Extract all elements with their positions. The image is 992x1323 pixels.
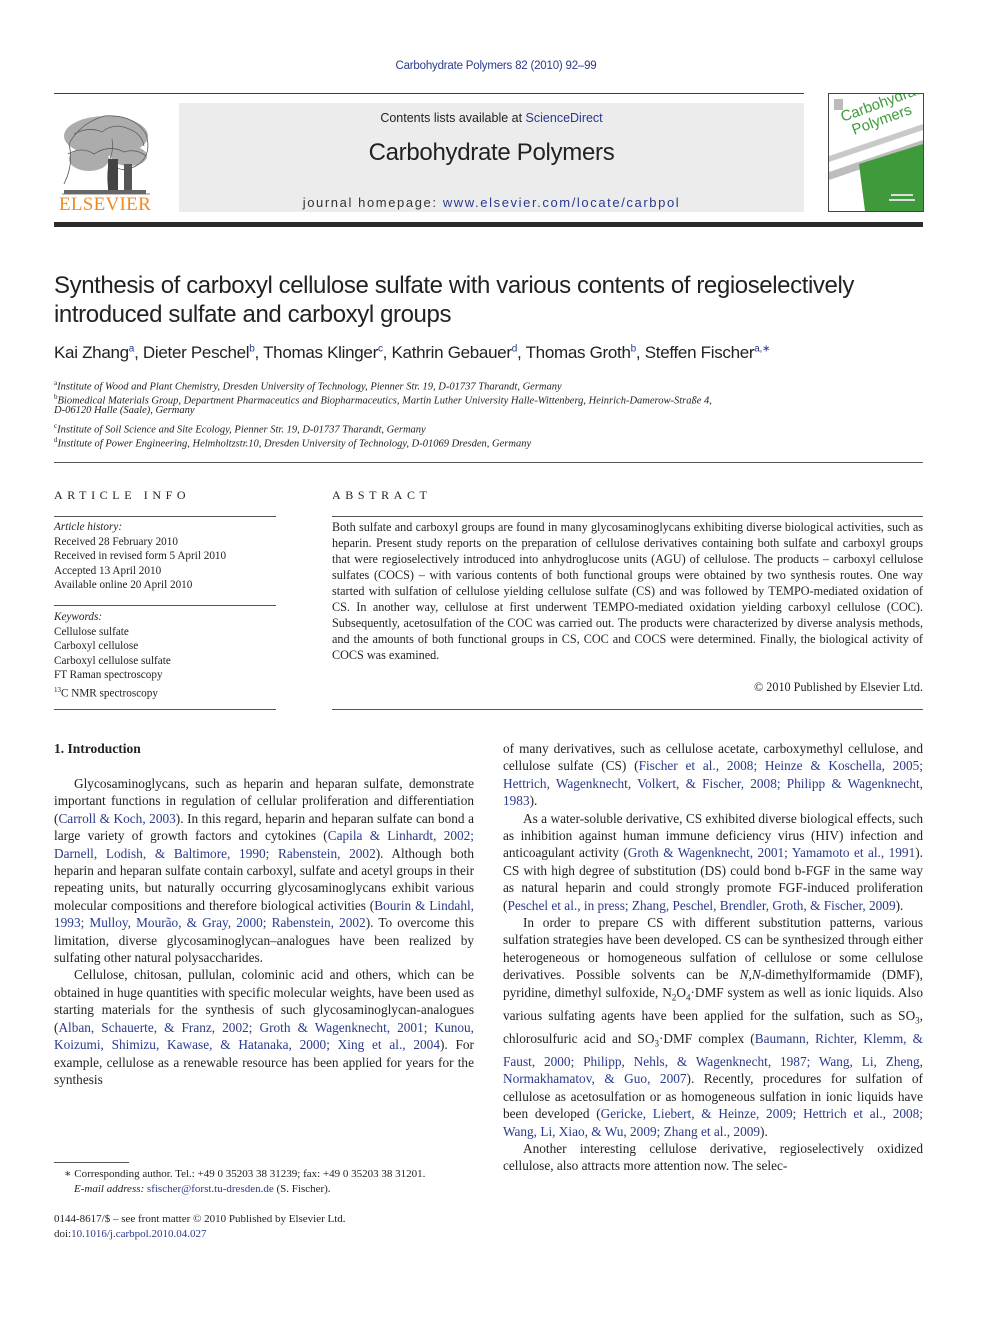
abstract-copyright: © 2010 Published by Elsevier Ltd. xyxy=(753,680,923,694)
citation-link[interactable]: Baumann, Richter, Klemm, & Faust, 2000; … xyxy=(503,1031,923,1086)
citation-link[interactable]: Fischer et al., 2008; Heinze & Koschella… xyxy=(503,758,923,808)
abstract-text: Both sulfate and carboxyl groups are fou… xyxy=(332,520,923,662)
article-history: Article history: Received 28 February 20… xyxy=(54,520,279,593)
header-thick-rule xyxy=(54,222,923,227)
article-info-heading: ARTICLE INFO xyxy=(54,488,191,502)
keyword-item: 13C NMR spectroscopy xyxy=(54,683,279,701)
abstract-bottom-rule xyxy=(332,709,923,710)
author: Dieter Peschelb xyxy=(143,343,255,362)
author-list: Kai Zhanga, Dieter Peschelb, Thomas Klin… xyxy=(54,343,771,362)
author-name: Steffen Fischer xyxy=(644,343,755,362)
history-label: Article history: xyxy=(54,521,123,533)
keyword-text: C NMR spectroscopy xyxy=(61,687,158,700)
homepage-link[interactable]: www.elsevier.com/locate/carbpol xyxy=(443,195,680,210)
affiliation-text: D-06120 Halle (Saale), Germany xyxy=(54,405,195,416)
citation-link[interactable]: Gericke, Liebert, & Heinze, 2009; Hettri… xyxy=(503,1106,923,1138)
front-matter-line: 0144-8617/$ – see front matter © 2010 Pu… xyxy=(54,1213,346,1225)
author: Thomas Klingerc xyxy=(263,343,383,362)
history-item: Received 28 February 2010 xyxy=(54,535,178,548)
article-info-bottom-rule xyxy=(54,709,276,710)
author-name: Kai Zhang xyxy=(54,343,129,362)
history-item: Accepted 13 April 2010 xyxy=(54,564,162,577)
affiliation-marker[interactable]: d xyxy=(512,343,518,354)
paragraph: As a water-soluble derivative, CS exhibi… xyxy=(503,810,923,913)
author: Kai Zhanga xyxy=(54,343,134,362)
citation-link[interactable]: Carroll & Koch, 2003 xyxy=(58,811,175,826)
section-heading-introduction: 1. Introduction xyxy=(54,741,141,756)
running-head[interactable]: Carbohydrate Polymers 82 (2010) 92–99 xyxy=(0,60,992,72)
citation-link[interactable]: Peschel et al., in press; Zhang, Peschel… xyxy=(507,898,895,913)
italic-text: N,N xyxy=(739,967,761,983)
email-label: E-mail address: xyxy=(74,1183,147,1195)
affiliation: D-06120 Halle (Saale), Germany xyxy=(54,404,924,418)
homepage-prefix: journal homepage: xyxy=(302,195,443,210)
affiliation-rule xyxy=(54,462,923,463)
paragraph: Glycosaminoglycans, such as heparin and … xyxy=(54,776,474,966)
keyword-item: Carboxyl cellulose sulfate xyxy=(54,654,171,667)
keywords: Keywords: Cellulose sulfate Carboxyl cel… xyxy=(54,610,279,701)
footnote-corresponding: ∗ Corresponding author. Tel.: +49 0 3520… xyxy=(54,1167,484,1182)
header-rule xyxy=(54,93,804,94)
affiliation-text: Institute of Power Engineering, Helmholt… xyxy=(57,438,532,450)
doi-link[interactable]: 10.1016/j.carbpol.2010.04.027 xyxy=(71,1228,206,1240)
keywords-rule xyxy=(54,605,276,606)
author-name: Thomas Klinger xyxy=(263,343,378,362)
author: Steffen Fischera,∗ xyxy=(644,343,771,362)
affiliation-marker[interactable]: a xyxy=(129,343,135,354)
citation-link[interactable]: Alban, Schauerte, & Franz, 2002; Groth &… xyxy=(54,1020,474,1052)
doi-prefix: doi: xyxy=(54,1228,72,1240)
paragraph: of many derivatives, such as cellulose a… xyxy=(503,741,923,809)
affiliation-marker[interactable]: b xyxy=(249,343,255,354)
footnote-email: E-mail address: sfischer@forst.tu-dresde… xyxy=(54,1182,484,1197)
abstract-rule xyxy=(332,516,923,517)
paragraph: Cellulose, chitosan, pullulan, colominic… xyxy=(54,967,474,1087)
history-item: Received in revised form 5 April 2010 xyxy=(54,550,227,562)
journal-title: Carbohydrate Polymers xyxy=(368,139,615,166)
paragraph: Another interesting cellulose derivative… xyxy=(503,1140,923,1174)
journal-cover-thumbnail[interactable]: Carbohydrate Polymers xyxy=(828,93,924,212)
keyword-item: Carboxyl cellulose xyxy=(54,640,139,652)
affiliation-marker[interactable]: a,∗ xyxy=(754,343,770,354)
body-column-left: Glycosaminoglycans, such as heparin and … xyxy=(54,775,474,1088)
author: Thomas Grothb xyxy=(525,343,637,362)
author: Kathrin Gebauerd xyxy=(392,343,518,362)
article-title: Synthesis of carboxyl cellulose sulfate … xyxy=(54,272,855,328)
email-suffix: (S. Fischer). xyxy=(273,1183,331,1195)
footnote-corresponding-text: Corresponding author. Tel.: +49 0 35203 … xyxy=(71,1168,426,1180)
keyword-item: Cellulose sulfate xyxy=(54,625,129,638)
subscript: 3 xyxy=(915,1015,920,1026)
sciencedirect-link[interactable]: ScienceDirect xyxy=(526,111,603,125)
citation-link[interactable]: Capila & Linhardt, 2002; Darnell, Lodish… xyxy=(54,828,474,860)
keywords-label: Keywords: xyxy=(54,611,103,623)
subscript: 2 xyxy=(671,992,677,1003)
contents-line: Contents lists available at ScienceDirec… xyxy=(179,111,804,125)
subscript: 4 xyxy=(685,992,691,1003)
citation-link[interactable]: Groth & Wagenknecht, 2001; Yamamoto et a… xyxy=(628,845,915,860)
history-item: Available online 20 April 2010 xyxy=(54,579,193,591)
email-link[interactable]: sfischer@forst.tu-dresden.de xyxy=(147,1183,274,1195)
footnote: ∗ Corresponding author. Tel.: +49 0 3520… xyxy=(54,1167,484,1197)
author-name: Dieter Peschel xyxy=(142,343,250,362)
author-name: Thomas Groth xyxy=(525,343,631,362)
keyword-sup: 13 xyxy=(54,685,61,694)
affiliation: dInstitute of Power Engineering, Helmhol… xyxy=(54,433,924,452)
front-matter: 0144-8617/$ – see front matter © 2010 Pu… xyxy=(54,1212,484,1242)
journal-banner: Contents lists available at ScienceDirec… xyxy=(179,103,804,212)
journal-homepage: journal homepage: www.elsevier.com/locat… xyxy=(179,195,804,210)
footnote-rule xyxy=(54,1162,129,1163)
doi-line: doi:10.1016/j.carbpol.2010.04.027 xyxy=(54,1227,484,1242)
affiliation-marker[interactable]: c xyxy=(378,343,383,354)
contents-prefix: Contents lists available at xyxy=(380,111,526,125)
affiliation-marker[interactable]: b xyxy=(631,343,637,354)
citation-link[interactable]: Bourin & Lindahl, 1993; Mulloy, Mourão, … xyxy=(54,898,474,930)
paragraph: In order to prepare CS with different su… xyxy=(503,915,923,1139)
abstract-heading: ABSTRACT xyxy=(332,488,432,502)
body-column-right: of many derivatives, such as cellulose a… xyxy=(503,740,923,1175)
elsevier-wordmark: ELSEVIER xyxy=(58,194,152,215)
subscript: 3 xyxy=(654,1038,659,1049)
author-name: Kathrin Gebauer xyxy=(391,343,513,362)
article-info-rule xyxy=(54,516,276,517)
keyword-item: FT Raman spectroscopy xyxy=(54,669,163,681)
